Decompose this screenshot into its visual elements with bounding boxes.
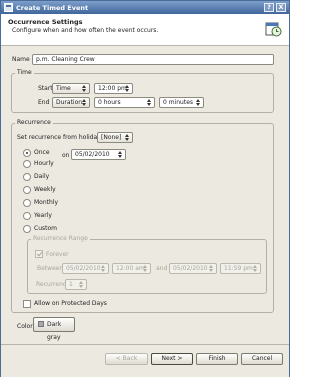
- back-button[interactable]: < Back: [105, 353, 148, 365]
- between-label: Between: [37, 265, 64, 272]
- end-mode-select[interactable]: Duration: [52, 97, 90, 108]
- once-date-spinner[interactable]: 05/02/2010: [71, 149, 126, 160]
- spinner-arrows-icon: [209, 265, 214, 272]
- button-bar: < Back Next > Finish Cancel: [1, 344, 289, 377]
- custom-radio[interactable]: [23, 225, 31, 233]
- spinner-arrows-icon: [79, 281, 84, 288]
- spinner-arrows-icon: [196, 99, 201, 106]
- page-title: Occurrence Settings: [8, 18, 83, 26]
- range-start-date-value: 05/02/2010: [66, 265, 101, 272]
- time-group-title: Time: [15, 69, 34, 76]
- wizard-header: Occurrence Settings Configure when and h…: [1, 14, 289, 46]
- app-icon: [4, 3, 13, 12]
- hours-spinner[interactable]: 0 hours: [94, 97, 155, 108]
- monthly-label: Monthly: [34, 199, 59, 206]
- recurrence-range-title: Recurrence Range: [31, 235, 90, 242]
- name-input[interactable]: p.m. Cleaning Crew: [32, 54, 274, 65]
- color-button[interactable]: Dark gray: [33, 317, 75, 341]
- monthly-radio[interactable]: [23, 199, 31, 207]
- title-bar: Create Timed Event ? X: [1, 1, 289, 14]
- spinner-arrows-icon: [125, 85, 130, 92]
- hourly-label: Hourly: [34, 160, 54, 167]
- minutes-spinner[interactable]: 0 minutes: [159, 97, 204, 108]
- page-description: Configure when and how often the event o…: [12, 27, 159, 34]
- spinner-arrows-icon: [125, 134, 130, 141]
- custom-label: Custom: [34, 225, 57, 232]
- daily-label: Daily: [34, 173, 50, 180]
- daily-radio[interactable]: [23, 173, 31, 181]
- forever-label: Forever: [46, 251, 69, 258]
- start-mode-value: Time: [56, 85, 71, 92]
- dialog-window: Create Timed Event ? X Occurrence Settin…: [0, 0, 290, 377]
- end-label: End: [38, 99, 50, 106]
- next-button[interactable]: Next >: [151, 353, 193, 365]
- start-time-value: 12:00 pm: [98, 85, 127, 92]
- weekly-label: Weekly: [34, 186, 56, 193]
- hourly-radio[interactable]: [23, 160, 31, 168]
- once-date-value: 05/02/2010: [75, 151, 110, 158]
- spinner-arrows-icon: [147, 99, 152, 106]
- spinner-arrows-icon: [82, 99, 87, 106]
- spinner-arrows-icon: [143, 265, 148, 272]
- range-start-time-value: 12:00 am: [116, 265, 145, 272]
- range-end-date-spinner[interactable]: 05/02/2010: [169, 263, 217, 274]
- spinner-arrows-icon: [118, 151, 123, 158]
- protected-days-checkbox[interactable]: [23, 300, 31, 308]
- once-label: Once: [34, 149, 50, 156]
- range-start-time-spinner[interactable]: 12:00 am: [112, 263, 151, 274]
- recurrence-group-title: Recurrence: [15, 119, 53, 126]
- range-end-date-value: 05/02/2010: [173, 265, 208, 272]
- start-mode-select[interactable]: Time: [52, 83, 90, 94]
- help-button[interactable]: ?: [264, 3, 274, 12]
- start-label: Start: [38, 85, 53, 92]
- start-time-spinner[interactable]: 12:00 pm: [94, 83, 133, 94]
- finish-button[interactable]: Finish: [196, 353, 238, 365]
- hours-value: 0 hours: [98, 99, 121, 106]
- holiday-label: Set recurrence from holiday:: [17, 134, 103, 141]
- and-label: and: [156, 265, 168, 272]
- end-mode-value: Duration: [56, 99, 83, 106]
- once-radio[interactable]: [23, 149, 31, 157]
- close-button[interactable]: X: [276, 3, 286, 12]
- range-end-time-spinner[interactable]: 11:59 pm: [220, 263, 261, 274]
- holiday-value: [None]: [101, 134, 122, 141]
- holiday-select[interactable]: [None]: [97, 132, 133, 143]
- recurrences-value: 1: [69, 281, 73, 288]
- range-start-date-spinner[interactable]: 05/02/2010: [62, 263, 109, 274]
- window-title: Create Timed Event: [16, 4, 89, 12]
- color-swatch: [38, 321, 44, 327]
- on-label: on: [62, 152, 70, 159]
- name-label: Name: [12, 56, 30, 63]
- color-label: Color: [17, 323, 33, 330]
- spinner-arrows-icon: [253, 265, 258, 272]
- forever-checkbox[interactable]: [35, 250, 43, 258]
- protected-days-label: Allow on Protected Days: [34, 300, 107, 307]
- yearly-radio[interactable]: [23, 212, 31, 220]
- color-value: Dark gray: [47, 321, 62, 341]
- minutes-value: 0 minutes: [163, 99, 194, 106]
- yearly-label: Yearly: [34, 212, 52, 219]
- clock-calendar-icon: [265, 22, 282, 37]
- spinner-arrows-icon: [101, 265, 106, 272]
- cancel-button[interactable]: Cancel: [241, 353, 283, 365]
- weekly-radio[interactable]: [23, 186, 31, 194]
- spinner-arrows-icon: [82, 85, 87, 92]
- range-end-time-value: 11:59 pm: [224, 265, 253, 272]
- recurrences-spinner[interactable]: 1: [65, 279, 87, 290]
